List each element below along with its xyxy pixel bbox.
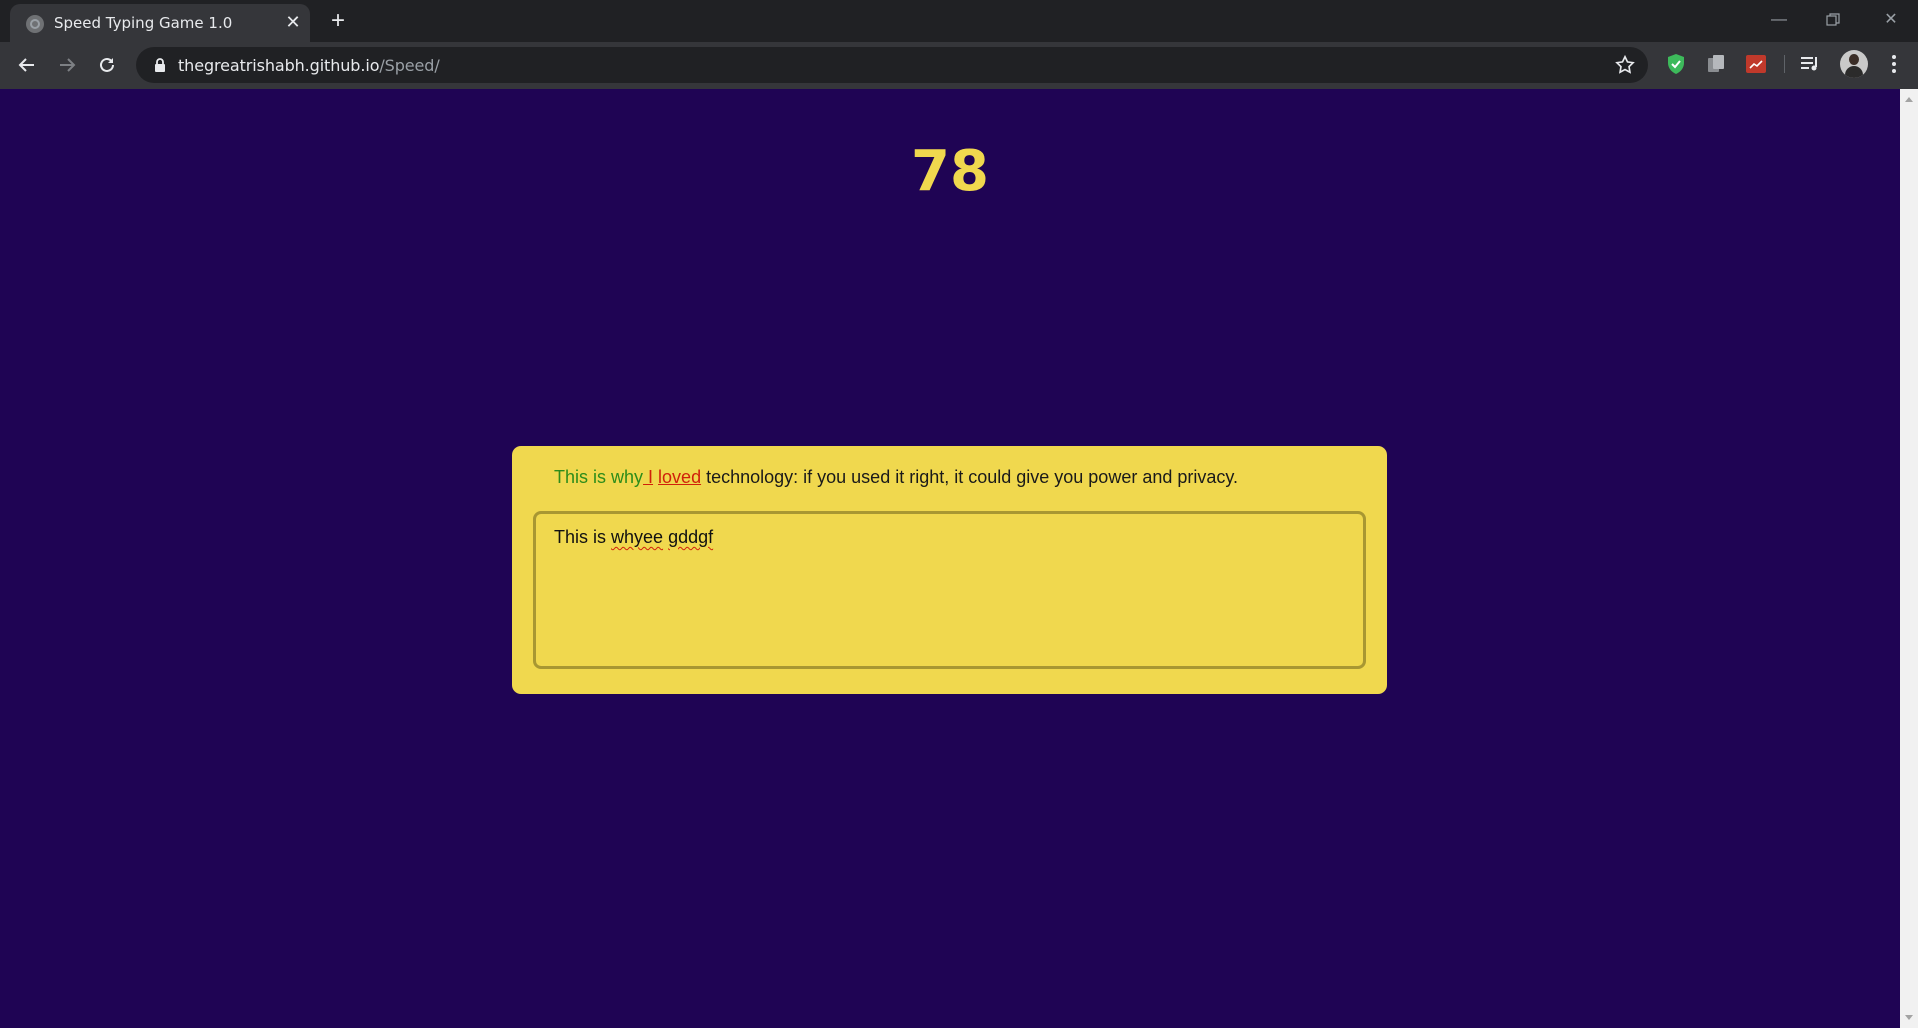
shield-check-icon[interactable] (1664, 52, 1688, 76)
typed-word: gddgf (668, 527, 714, 547)
tab-strip: Speed Typing Game 1.0 ✕ + — ✕ (0, 0, 1918, 42)
close-tab-icon[interactable]: ✕ (282, 11, 304, 33)
close-window-icon[interactable]: ✕ (1868, 6, 1914, 34)
typing-card: This is why I loved technology: if you u… (512, 446, 1387, 694)
vertical-scrollbar[interactable] (1900, 89, 1918, 1028)
page-viewport: 78 This is why I loved technology: if yo… (0, 89, 1900, 1028)
quote-incorrect-text: I (643, 467, 654, 487)
reload-button[interactable] (92, 50, 122, 80)
new-tab-button[interactable]: + (324, 8, 352, 36)
countdown-timer: 78 (911, 139, 989, 204)
globe-icon (26, 15, 44, 33)
active-tab[interactable]: Speed Typing Game 1.0 ✕ (10, 4, 310, 42)
url-host: thegreatrishabh.github.io (178, 56, 380, 75)
profile-avatar[interactable] (1840, 50, 1868, 78)
media-queue-icon[interactable] (1798, 52, 1822, 76)
tab-title: Speed Typing Game 1.0 (54, 14, 233, 32)
quote-incorrect-text: loved (658, 467, 702, 487)
typed-word: whyee (611, 527, 664, 547)
back-button[interactable] (12, 50, 42, 80)
url-path: /Speed/ (379, 56, 440, 75)
quote-correct-text: This is why (554, 467, 644, 487)
copy-icon[interactable] (1704, 52, 1728, 76)
scroll-up-icon[interactable] (1905, 97, 1913, 102)
typed-prefix: This is (554, 527, 612, 547)
quote-display: This is why I loved technology: if you u… (554, 467, 1238, 488)
quote-remaining-text: technology: if you used it right, it cou… (701, 467, 1239, 487)
star-icon[interactable] (1614, 54, 1636, 76)
typing-input[interactable]: This is whyee gddgf (533, 511, 1366, 669)
scroll-down-icon[interactable] (1905, 1015, 1913, 1020)
kebab-menu-icon[interactable] (1884, 52, 1904, 76)
toolbar-divider (1784, 55, 1785, 73)
back-arrow-icon (18, 58, 34, 72)
forward-arrow-icon (60, 58, 76, 72)
typed-text: This is whyee gddgf (554, 527, 713, 548)
browser-chrome: Speed Typing Game 1.0 ✕ + — ✕ thegreatri… (0, 0, 1918, 89)
reload-icon (100, 57, 114, 72)
restore-icon[interactable] (1810, 6, 1856, 34)
url-text: thegreatrishabh.github.io/Speed/ (178, 56, 440, 75)
address-bar[interactable]: thegreatrishabh.github.io/Speed/ (136, 47, 1648, 83)
forward-button[interactable] (52, 50, 82, 80)
lock-icon (155, 58, 165, 72)
pdf-icon[interactable] (1744, 52, 1768, 76)
minimize-icon[interactable]: — (1756, 6, 1802, 34)
